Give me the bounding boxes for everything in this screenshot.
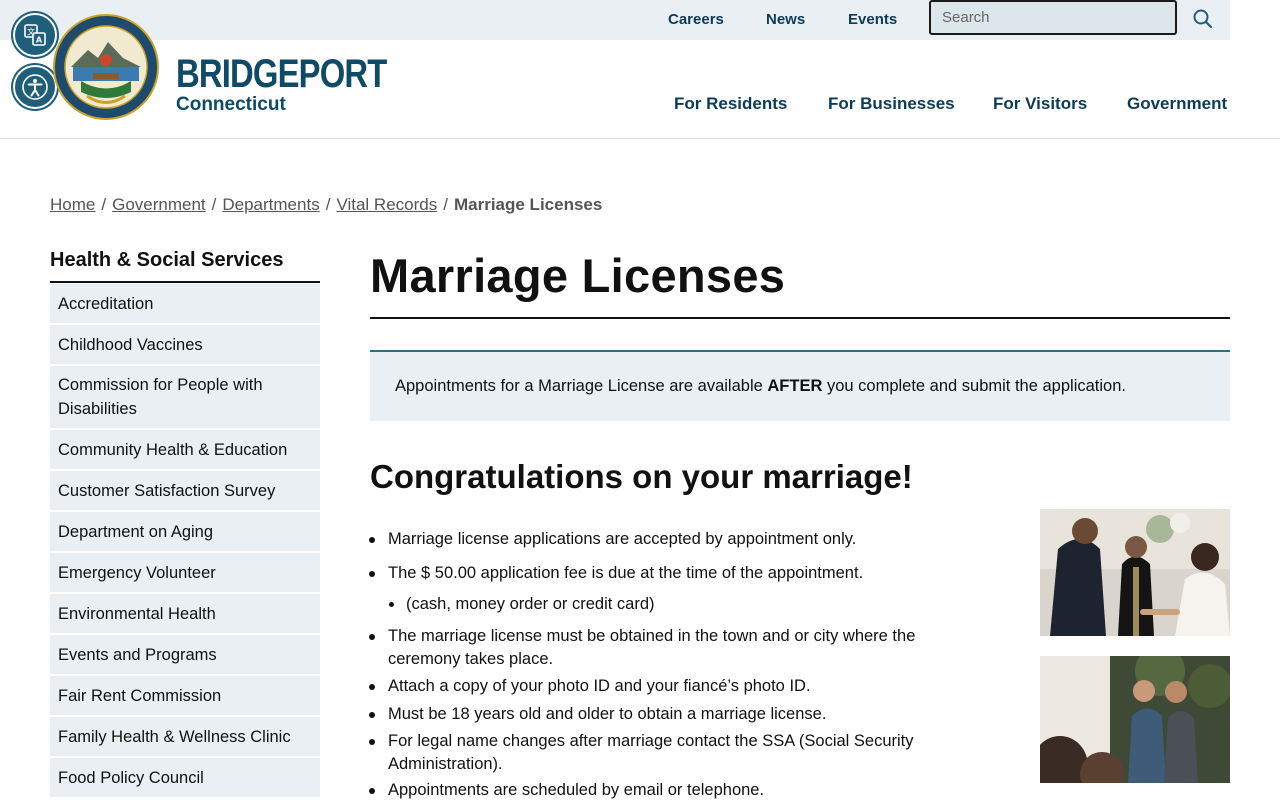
breadcrumb-vital-records[interactable]: Vital Records bbox=[336, 195, 437, 215]
breadcrumb-separator: / bbox=[101, 195, 107, 214]
brand-subtitle[interactable]: Connecticut bbox=[176, 94, 286, 116]
list-item: The $ 50.00 application fee is due at th… bbox=[369, 562, 988, 585]
sidebar-item-emergency-volunteer[interactable]: Emergency Volunteer bbox=[50, 553, 320, 592]
list-item: For legal name changes after marriage co… bbox=[369, 730, 978, 776]
page-title: Marriage Licenses bbox=[370, 249, 786, 302]
breadcrumb-current: Marriage Licenses bbox=[453, 195, 603, 214]
city-seal-logo[interactable] bbox=[53, 12, 159, 122]
search-input[interactable] bbox=[929, 0, 1177, 35]
brand-name[interactable]: BRIDGEPORT bbox=[176, 52, 387, 96]
sidebar-item-fair-rent[interactable]: Fair Rent Commission bbox=[50, 676, 320, 715]
svg-text:文: 文 bbox=[27, 27, 35, 37]
translate-button[interactable]: 文 A bbox=[13, 13, 57, 57]
nav-for-residents[interactable]: For Residents bbox=[674, 94, 787, 114]
sidebar-item-food-policy[interactable]: Food Policy Council bbox=[50, 758, 320, 797]
sidebar-nav: Accreditation Childhood Vaccines Commiss… bbox=[50, 284, 320, 799]
list-item: The marriage license must be obtained in… bbox=[369, 625, 978, 671]
careers-link[interactable]: Careers bbox=[668, 11, 724, 28]
notice-text-after: you complete and submit the application. bbox=[822, 377, 1126, 395]
breadcrumb-separator: / bbox=[443, 195, 448, 214]
breadcrumb-government[interactable]: Government bbox=[112, 195, 206, 215]
search-icon bbox=[1193, 9, 1213, 28]
sidebar-item-environmental-health[interactable]: Environmental Health bbox=[50, 594, 320, 633]
sidebar-item-family-health[interactable]: Family Health & Wellness Clinic bbox=[50, 717, 320, 756]
wedding-ceremony-photo bbox=[1040, 509, 1230, 636]
header-divider bbox=[0, 138, 1280, 139]
breadcrumb: Home / Government / Departments / Vital … bbox=[50, 195, 602, 215]
title-divider bbox=[370, 317, 1230, 319]
svg-text:A: A bbox=[36, 36, 43, 45]
section-heading: Congratulations on your marriage! bbox=[370, 458, 913, 495]
news-link[interactable]: News bbox=[766, 11, 805, 28]
list-item: Appointments are scheduled by email or t… bbox=[369, 779, 988, 800]
list-item: Attach a copy of your photo ID and your … bbox=[369, 675, 988, 698]
nav-government[interactable]: Government bbox=[1127, 94, 1227, 114]
sidebar-item-events-programs[interactable]: Events and Programs bbox=[50, 635, 320, 674]
accessibility-icon bbox=[22, 74, 48, 100]
accessibility-button[interactable] bbox=[13, 65, 57, 109]
appointment-notice: Appointments for a Marriage License are … bbox=[370, 350, 1230, 421]
breadcrumb-departments[interactable]: Departments bbox=[222, 195, 319, 215]
search-button[interactable] bbox=[1180, 4, 1226, 36]
nav-for-businesses[interactable]: For Businesses bbox=[828, 94, 955, 114]
sidebar-title-divider bbox=[50, 281, 320, 283]
nav-for-visitors[interactable]: For Visitors bbox=[993, 94, 1087, 114]
breadcrumb-separator: / bbox=[325, 195, 331, 214]
list-item: Must be 18 years old and older to obtain… bbox=[369, 703, 988, 726]
sidebar-title[interactable]: Health & Social Services bbox=[50, 249, 283, 272]
couple-kiss-photo bbox=[1040, 656, 1230, 783]
notice-text-bold: AFTER bbox=[767, 377, 823, 395]
list-item: (cash, money order or credit card) bbox=[388, 593, 988, 616]
sidebar-item-customer-survey[interactable]: Customer Satisfaction Survey bbox=[50, 471, 320, 510]
list-item: Marriage license applications are accept… bbox=[369, 528, 988, 551]
translate-icon: 文 A bbox=[24, 24, 46, 46]
requirements-list: Marriage license applications are accept… bbox=[369, 528, 988, 800]
utility-bar: Careers News Events bbox=[0, 0, 1230, 40]
breadcrumb-separator: / bbox=[211, 195, 217, 214]
sidebar-item-department-aging[interactable]: Department on Aging bbox=[50, 512, 320, 551]
sidebar-item-accreditation[interactable]: Accreditation bbox=[50, 284, 320, 323]
events-link[interactable]: Events bbox=[848, 11, 897, 28]
breadcrumb-home[interactable]: Home bbox=[50, 195, 95, 215]
sidebar-item-community-health[interactable]: Community Health & Education bbox=[50, 430, 320, 469]
sidebar-item-childhood-vaccines[interactable]: Childhood Vaccines bbox=[50, 325, 320, 364]
notice-text-before: Appointments for a Marriage License are … bbox=[395, 377, 768, 395]
sidebar-item-commission-disabilities[interactable]: Commission for People with Disabilities bbox=[50, 366, 320, 428]
